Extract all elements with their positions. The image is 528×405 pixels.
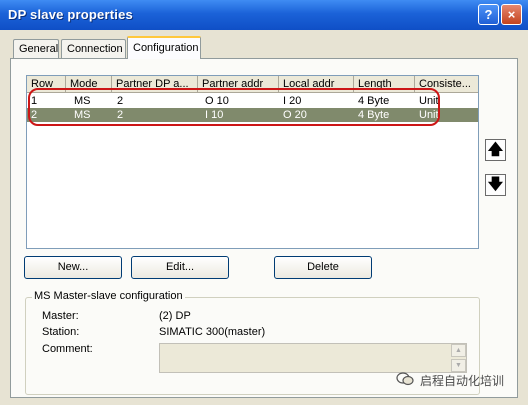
tab-configuration[interactable]: Configuration <box>127 36 201 59</box>
edit-button[interactable]: Edit... <box>131 256 229 279</box>
window-title: DP slave properties <box>8 7 133 22</box>
move-up-button[interactable]: 🡅 <box>485 139 506 161</box>
master-label: Master: <box>42 310 79 322</box>
delete-button[interactable]: Delete <box>274 256 372 279</box>
move-down-button[interactable]: 🡇 <box>485 174 506 196</box>
comment-label: Comment: <box>42 343 93 355</box>
tab-general[interactable]: General <box>13 39 59 59</box>
title-bar: DP slave properties ? × <box>0 0 528 30</box>
tab-connection[interactable]: Connection <box>61 39 126 59</box>
master-value: (2) DP <box>159 310 191 322</box>
group-title: MS Master-slave configuration <box>32 290 185 302</box>
watermark-text: 启程自动化培训 <box>420 374 505 388</box>
scroll-up-icon[interactable]: ▲ <box>451 344 466 357</box>
wechat-icon <box>396 372 414 386</box>
comment-field[interactable]: ▲ ▼ <box>159 343 467 373</box>
station-value: SIMATIC 300(master) <box>159 326 266 338</box>
arrow-up-icon: 🡅 <box>487 141 504 158</box>
red-highlight-annotation <box>28 88 440 126</box>
scroll-down-icon[interactable]: ▼ <box>451 359 466 372</box>
help-button[interactable]: ? <box>478 4 499 25</box>
arrow-down-icon: 🡇 <box>487 176 504 193</box>
new-button[interactable]: New... <box>24 256 122 279</box>
close-button[interactable]: × <box>501 4 522 25</box>
station-label: Station: <box>42 326 80 338</box>
